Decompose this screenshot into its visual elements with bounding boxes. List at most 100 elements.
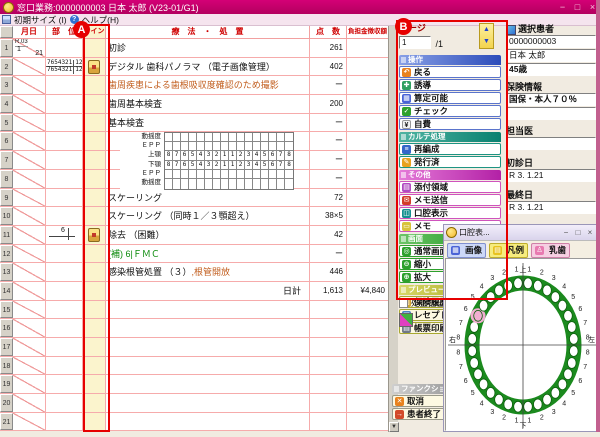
maximize-button[interactable]: □ <box>570 0 585 14</box>
perio-cell: 3 <box>245 161 253 169</box>
tooth-upper-7[interactable] <box>568 322 577 333</box>
page-down-icon[interactable]: ▼ <box>480 36 493 48</box>
attach-button[interactable]: ▤添付領域 <box>399 181 501 193</box>
perio-grid-row <box>165 179 293 188</box>
table-row[interactable]: 20 <box>0 394 388 413</box>
tooth-upper-8[interactable] <box>569 334 578 345</box>
tooth-lower-4[interactable] <box>551 388 560 399</box>
calc-button[interactable]: ▦算定可能 <box>399 92 501 104</box>
table-row[interactable]: 1R.03121初診261 <box>0 39 388 58</box>
tooth-lower-2[interactable] <box>504 399 513 410</box>
tooth-upper-5[interactable] <box>479 300 488 311</box>
perio-row-label: 動揺度 <box>120 178 164 187</box>
patient-panel: 選択患者 0000000003 日本 太郎 45歳 保険情報 国保・本人７０％ … <box>506 24 596 215</box>
tooth-lower-8[interactable] <box>468 346 477 357</box>
tooth-lower-5[interactable] <box>558 379 567 390</box>
table-row[interactable]: 5基本検査ー <box>0 114 388 133</box>
tooth-upper-4[interactable] <box>486 292 495 303</box>
date-cell <box>13 338 46 356</box>
tooth-lower-7[interactable] <box>470 358 479 369</box>
legend-button[interactable]: ▤凡例 <box>489 243 528 258</box>
table-row[interactable]: 12(補) 6|ＦＭＣー <box>0 245 388 264</box>
tooth-upper-1[interactable] <box>514 278 523 289</box>
page-up-icon[interactable]: ▲ <box>480 24 493 36</box>
image-button[interactable]: ▦画像 <box>447 243 486 258</box>
tooth-lower-8[interactable] <box>569 346 578 357</box>
guide-button[interactable]: ✚誘導 <box>399 79 501 91</box>
tooth-lower-3[interactable] <box>495 394 504 405</box>
tooth-lower-3[interactable] <box>543 394 552 405</box>
perio-cell <box>261 133 269 141</box>
image-icon: ▦ <box>451 246 460 255</box>
tooth-number-upper: 5 <box>471 294 475 301</box>
tooth-upper-3[interactable] <box>495 285 504 296</box>
table-row[interactable]: 21 <box>0 413 388 432</box>
page-spinner: ▲ ▼ <box>479 23 494 49</box>
tooth-lower-4[interactable] <box>486 388 495 399</box>
tooth-upper-4[interactable] <box>551 292 560 303</box>
tooth-upper-5[interactable] <box>558 300 567 311</box>
row-number: 8 <box>0 170 13 188</box>
menu-item-initial-size[interactable]: 初期サイズ (I) <box>14 14 67 26</box>
tooth-chart-svg: 88776655443322111122334455667788右左上下 <box>446 259 598 432</box>
oral-maximize-button[interactable]: □ <box>572 228 584 237</box>
page-input[interactable]: 1 <box>399 36 431 49</box>
check-button[interactable]: ✓チェック <box>399 105 501 117</box>
issued-button[interactable]: ✎発行済 <box>399 156 501 168</box>
date-cell <box>13 263 46 281</box>
doctor-field <box>506 137 596 150</box>
baby-button[interactable]: ♙乳歯 <box>531 243 570 258</box>
baby-tooth-icon: ♙ <box>535 246 544 255</box>
tooth-lower-1[interactable] <box>524 401 533 412</box>
table-row[interactable]: 13感染根管処置 （３）,根管開放446 <box>0 263 388 282</box>
table-row[interactable]: 27654321123456776543211234567デジタル 歯科パノラマ… <box>0 58 388 77</box>
oral-window-icon <box>446 227 457 238</box>
tooth-upper-3[interactable] <box>543 285 552 296</box>
minimize-button[interactable]: − <box>555 0 570 14</box>
treatment-cell <box>106 394 310 412</box>
mouth-view-button[interactable]: ◫口腔表示 <box>399 207 501 219</box>
tooth-chart: 88776655443322111122334455667788右左上下 <box>445 258 597 431</box>
tooth-upper-2[interactable] <box>534 280 543 291</box>
scroll-down-icon[interactable]: ▼ <box>389 422 399 432</box>
stamp-icon[interactable] <box>88 60 100 74</box>
table-row[interactable]: 19 <box>0 375 388 394</box>
tooth-lower-5[interactable] <box>479 379 488 390</box>
tooth-upper-6[interactable] <box>564 310 573 321</box>
tooth-lower-6[interactable] <box>564 369 573 380</box>
treatment-cell: デジタル 歯科パノラマ （電子画像管理） <box>106 58 310 76</box>
table-row[interactable]: 10スケーリング （同時１／３顎超え）38×5 <box>0 207 388 226</box>
tooth-lower-1[interactable] <box>514 401 523 412</box>
table-row[interactable]: 18 <box>0 357 388 376</box>
tooth-lower-2[interactable] <box>534 399 543 410</box>
memo-send-button[interactable]: ✉メモ送信 <box>399 194 501 206</box>
tooth-number-upper: 5 <box>571 294 575 301</box>
table-row[interactable]: 15 <box>0 301 388 320</box>
oral-close-button[interactable]: × <box>584 228 596 237</box>
treatment-staff-checkbox[interactable] <box>399 299 408 308</box>
reorganize-button[interactable]: ≡再編成 <box>399 143 501 155</box>
tooth-upper-2[interactable] <box>504 280 513 291</box>
tooth-lower-6[interactable] <box>474 369 483 380</box>
table-row[interactable]: 9スケーリング72 <box>0 189 388 208</box>
sign-cell <box>83 151 106 169</box>
table-row[interactable]: 3歯周疾患による歯根吸収度確認のため撮影ー <box>0 76 388 95</box>
row-number: 15 <box>0 301 13 319</box>
table-row[interactable]: 116除去 （困難）42 <box>0 226 388 245</box>
table-row[interactable]: 16 <box>0 319 388 338</box>
tooth-upper-6[interactable] <box>474 310 483 321</box>
table-row[interactable]: 17 <box>0 338 388 357</box>
stamp-icon[interactable] <box>88 228 100 242</box>
points-cell: 402 <box>310 58 347 76</box>
table-row[interactable]: 4歯周基本検査200 <box>0 95 388 114</box>
yen-button[interactable]: ¥自費 <box>399 118 501 130</box>
table-scrollbar[interactable]: ▼ <box>388 26 398 432</box>
tooth-upper-8[interactable] <box>468 334 477 345</box>
date-cell <box>13 207 46 225</box>
tooth-lower-7[interactable] <box>568 358 577 369</box>
table-row[interactable]: 14日計1,613¥4,840 <box>0 282 388 301</box>
tooth-upper-1[interactable] <box>524 278 533 289</box>
zoom-in-icon: ⊕ <box>402 273 411 282</box>
undo-button[interactable]: ↶戻る <box>399 66 501 78</box>
oral-minimize-button[interactable]: − <box>560 228 572 237</box>
